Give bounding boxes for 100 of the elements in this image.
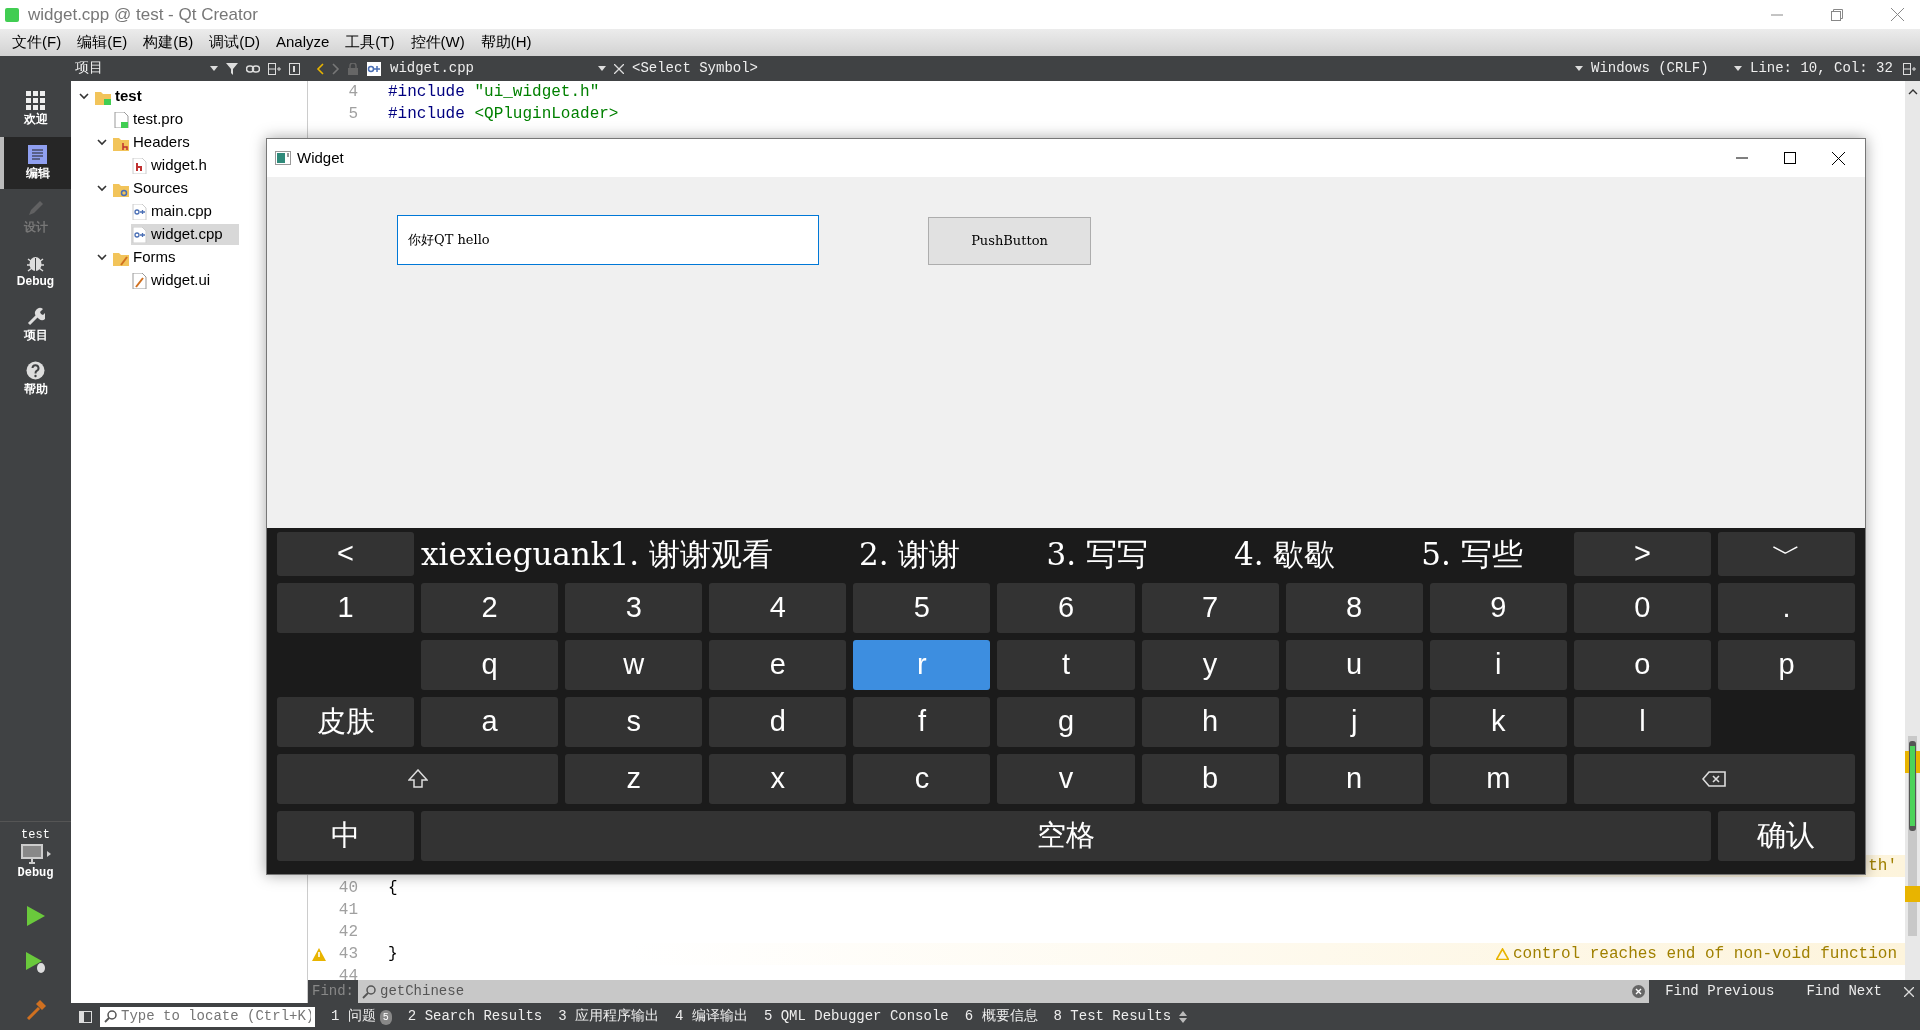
keyboard-key[interactable]: d xyxy=(709,697,847,747)
keyboard-key[interactable]: w xyxy=(565,640,703,690)
output-pane-tab[interactable]: 1 问题 5 xyxy=(323,1006,400,1027)
keyboard-key[interactable]: l xyxy=(1573,697,1711,747)
restore-icon[interactable] xyxy=(1831,8,1843,21)
tree-item[interactable]: widget.ui xyxy=(131,270,227,291)
menu-item[interactable]: 帮助(H) xyxy=(472,31,540,54)
keyboard-key[interactable]: t xyxy=(997,640,1135,690)
keyboard-key[interactable]: s xyxy=(565,697,703,747)
keyboard-key[interactable]: i xyxy=(1429,640,1567,690)
keyboard-key[interactable]: 7 xyxy=(1141,583,1279,633)
keyboard-key[interactable]: 8 xyxy=(1285,583,1423,633)
keyboard-key[interactable]: v xyxy=(997,754,1135,804)
output-pane-tab[interactable]: 2 Search Results xyxy=(399,1006,551,1027)
tree-item[interactable]: test xyxy=(95,86,158,107)
keyboard-key[interactable]: j xyxy=(1285,697,1423,747)
candidate[interactable]: 1. 谢谢观看 xyxy=(609,530,774,578)
candidate[interactable]: 4. 歇歇 xyxy=(1233,530,1336,578)
keyboard-key[interactable]: g xyxy=(997,697,1135,747)
back-icon[interactable] xyxy=(316,62,324,75)
keyboard-key[interactable]: z xyxy=(565,754,703,804)
keyboard-key[interactable]: c xyxy=(853,754,991,804)
keyboard-key[interactable]: e xyxy=(709,640,847,690)
menu-item[interactable]: 构建(B) xyxy=(135,31,202,54)
dropdown-icon[interactable] xyxy=(210,66,218,71)
keyboard-key[interactable]: u xyxy=(1285,640,1423,690)
keyboard-key[interactable]: 中 xyxy=(277,811,415,861)
tree-item[interactable]: Sources xyxy=(113,178,205,199)
tree-item[interactable]: main.cpp xyxy=(131,201,228,222)
clear-icon[interactable] xyxy=(1632,985,1646,998)
output-pane-tab[interactable]: 5 QML Debugger Console xyxy=(755,1006,957,1027)
keyboard-key[interactable]: 5 xyxy=(853,583,991,633)
scroll-up-icon[interactable] xyxy=(1907,89,1918,95)
keyboard-key[interactable]: x xyxy=(709,754,847,804)
candidate[interactable]: 5. 写些 xyxy=(1421,530,1523,578)
find-previous-button[interactable]: Find Previous xyxy=(1649,981,1791,1002)
maximize-icon[interactable] xyxy=(1784,152,1796,164)
menu-item[interactable]: 调试(D) xyxy=(201,31,268,54)
keyboard-key[interactable]: 9 xyxy=(1429,583,1567,633)
text-field[interactable]: 你好QT hello xyxy=(397,215,819,265)
dropdown-icon[interactable] xyxy=(1575,66,1583,71)
tree-item[interactable]: test.pro xyxy=(113,109,200,130)
sidebar-toggle-icon[interactable] xyxy=(79,1010,92,1023)
close-sidebar-icon[interactable] xyxy=(289,62,300,75)
keyboard-key[interactable]: h xyxy=(1141,697,1279,747)
locator-field[interactable]: Type to locate (Ctrl+K) xyxy=(100,1006,315,1027)
close-icon[interactable] xyxy=(1832,151,1845,165)
menu-item[interactable]: 编辑(E) xyxy=(69,31,136,54)
output-pane-tab[interactable]: 6 概要信息 xyxy=(956,1006,1046,1027)
keyboard-key[interactable]: y xyxy=(1141,640,1279,690)
cursor-position[interactable]: Line: 10, Col: 32 xyxy=(1750,58,1895,79)
mode-button[interactable]: 欢迎 xyxy=(0,83,71,135)
keyboard-key[interactable]: k xyxy=(1429,697,1567,747)
keyboard-key[interactable]: p xyxy=(1717,640,1855,690)
keyboard-key[interactable]: n xyxy=(1285,754,1423,804)
candidate[interactable]: 2. 谢谢 xyxy=(859,530,961,578)
space-key[interactable]: 空格 xyxy=(421,811,1711,861)
find-field[interactable]: getChinese xyxy=(358,980,1650,1003)
collapse-key[interactable]: ﹀ xyxy=(1717,532,1855,576)
mode-button[interactable]: 项目 xyxy=(0,299,71,351)
symbol-selector[interactable]: <Select Symbol> xyxy=(632,58,759,79)
candidate[interactable]: 3. 写写 xyxy=(1046,530,1148,578)
scrollbar[interactable] xyxy=(1905,81,1920,980)
tree-item[interactable]: widget.h xyxy=(131,155,223,176)
file-selector[interactable]: widget.cpp xyxy=(390,58,590,79)
tree-item[interactable]: widget.cpp xyxy=(131,224,239,245)
dropdown-icon[interactable] xyxy=(1734,66,1742,71)
line-ending-selector[interactable]: Windows (CRLF) xyxy=(1591,58,1726,79)
keyboard-key[interactable]: 6 xyxy=(997,583,1135,633)
output-pane-tab[interactable]: 3 应用程序输出 xyxy=(550,1006,668,1027)
run-icon[interactable] xyxy=(26,906,45,926)
panel-selector[interactable]: 项目 xyxy=(75,58,103,79)
menu-item[interactable]: 工具(T) xyxy=(337,31,403,54)
split-icon[interactable] xyxy=(268,62,281,75)
keyboard-key[interactable]: b xyxy=(1141,754,1279,804)
output-pane-tab[interactable]: 4 编译输出 xyxy=(667,1006,756,1027)
push-button[interactable]: PushButton xyxy=(928,217,1091,265)
debug-run-icon[interactable] xyxy=(25,952,46,974)
keyboard-key[interactable]: o xyxy=(1573,640,1711,690)
hammer-icon[interactable] xyxy=(25,1000,46,1020)
keyboard-key[interactable]: 皮肤 xyxy=(277,697,415,747)
keyboard-key[interactable]: m xyxy=(1429,754,1567,804)
keyboard-key[interactable]: 2 xyxy=(421,583,559,633)
filter-icon[interactable] xyxy=(226,62,238,75)
link-icon[interactable] xyxy=(246,63,260,74)
menu-item[interactable]: Analyze xyxy=(268,31,338,54)
keyboard-key[interactable]: a xyxy=(421,697,559,747)
dropdown-icon[interactable] xyxy=(598,66,606,71)
mode-button[interactable]: 编辑 xyxy=(0,137,71,189)
menu-item[interactable]: 控件(W) xyxy=(402,31,473,54)
mode-button[interactable]: 帮助 xyxy=(0,353,71,405)
keyboard-key[interactable]: 3 xyxy=(565,583,703,633)
tree-item[interactable]: Forms xyxy=(113,247,192,268)
keyboard-key[interactable]: 确认 xyxy=(1717,811,1855,861)
mode-button[interactable]: Debug xyxy=(0,245,71,297)
tree-item[interactable]: Headers xyxy=(113,132,206,153)
keyboard-key[interactable]: q xyxy=(421,640,559,690)
up-down-icon[interactable] xyxy=(1179,1010,1188,1023)
output-pane-tab[interactable]: 8 Test Results xyxy=(1045,1006,1180,1027)
split-icon[interactable] xyxy=(1903,62,1916,75)
